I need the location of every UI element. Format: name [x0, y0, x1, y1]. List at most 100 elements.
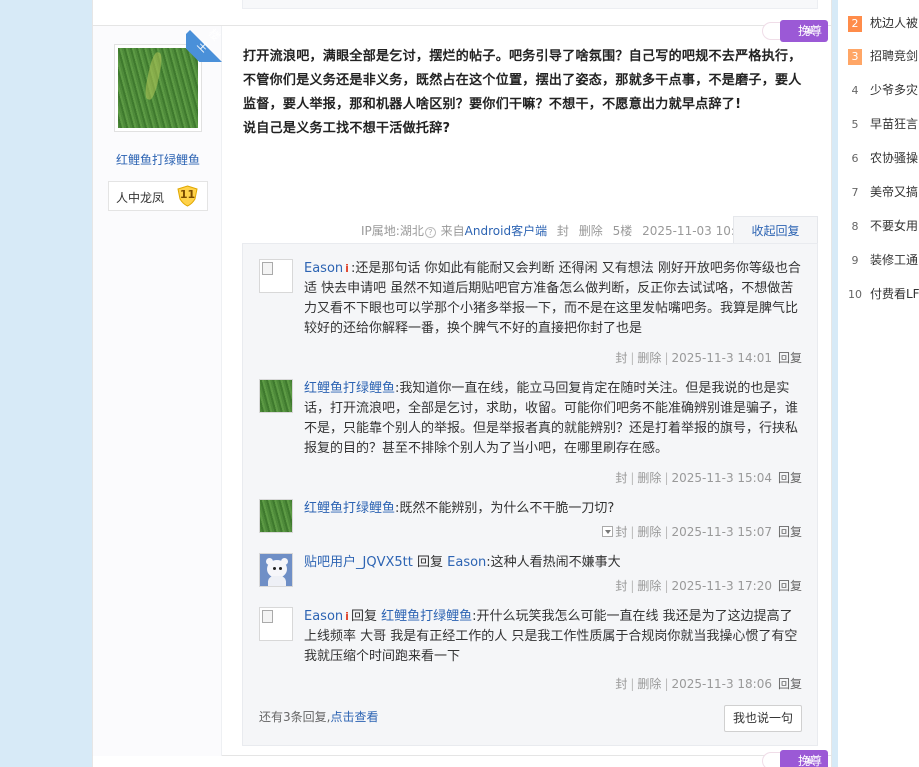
reply-username[interactable]: 贴吧用户_JQVX5tt — [304, 555, 413, 570]
reply-text: :这种人看热闹不嫌事大 — [486, 555, 621, 570]
reply-actions: 封 | 删除 | 2025-11-3 18:06 回复 — [615, 677, 802, 691]
reply-actions: 封 | 删除 | 2025-11-3 15:04 回复 — [615, 471, 802, 485]
hot-topic-item[interactable]: 5 早苗狂言 — [848, 115, 919, 133]
rank-number: 5 — [851, 118, 859, 131]
vip-icon: i — [345, 610, 349, 623]
dropdown-icon[interactable] — [602, 526, 614, 537]
hot-topic-item[interactable]: 2 枕边人被 — [848, 14, 919, 32]
reply-time: 2025-11-3 17:20 — [671, 579, 772, 593]
reply-link[interactable]: 回复 — [778, 579, 802, 593]
seal-link[interactable]: 封 — [615, 351, 627, 365]
level-badge[interactable]: 人中龙凤 11 — [108, 181, 208, 211]
hot-topic-item[interactable]: 10 付费看LF — [848, 285, 919, 303]
reply-link[interactable]: 回复 — [778, 351, 802, 365]
reply-actions: 封 | 删除 | 2025-11-3 17:20 回复 — [615, 579, 802, 593]
bear-avatar-image — [260, 554, 292, 586]
rank-number: 8 — [851, 220, 859, 233]
hot-topic-title: 招聘竞剑 — [870, 49, 919, 63]
avatar[interactable] — [259, 607, 293, 641]
reply-username[interactable]: 红鲤鱼打绿鲤鱼 — [304, 501, 395, 516]
reply-time: 2025-11-3 15:07 — [671, 525, 772, 539]
avatar[interactable] — [259, 553, 293, 587]
thumb-icon: ♛ — [804, 24, 815, 37]
hot-topic-item[interactable]: 8 不要女用 — [848, 217, 919, 235]
reply-username[interactable]: Eason — [304, 261, 343, 276]
post-content: 打开流浪吧，满眼全部是乞讨，摆烂的帖子。吧务引导了啥氛围？自己写的吧规不去严格执… — [243, 45, 808, 141]
rank-number: 3 — [848, 49, 862, 65]
reply-link[interactable]: 回复 — [778, 677, 802, 691]
louzhu-ribbon: 楼主 — [186, 25, 223, 62]
delete-link[interactable]: 删除 — [637, 351, 661, 365]
author-name-link[interactable]: 红鲤鱼打绿鲤鱼 — [108, 151, 208, 168]
list-item: 贴吧用户_JQVX5tt 回复 Eason:这种人看热闹不嫌事大 — [304, 553, 804, 573]
hot-topic-title: 农协骚操 — [870, 151, 919, 165]
rank-number: 7 — [851, 186, 859, 199]
reply-text: :开什么玩笑我怎么可能一直在线 我还是为了这边提高了上线频率 大哥 我是有正经工… — [304, 609, 798, 664]
reply-time: 2025-11-3 15:04 — [671, 471, 772, 485]
seal-link[interactable]: 封 — [615, 525, 627, 539]
level-title: 人中龙凤 — [116, 191, 165, 205]
reply-to-username[interactable]: Eason — [447, 555, 486, 570]
list-item: 红鲤鱼打绿鲤鱼:我知道你一直在线，能立马回复肯定在随时关注。但是我说的也是实话，… — [304, 379, 804, 459]
reply-username[interactable]: 红鲤鱼打绿鲤鱼 — [304, 381, 395, 396]
collapse-replies-button[interactable]: 收起回复 — [733, 216, 818, 244]
hot-topic-title: 早苗狂言 — [870, 117, 919, 131]
zuan-badge[interactable]: ♛ 挽尊 — [762, 20, 828, 42]
reply-time: 2025-11-3 18:06 — [671, 677, 772, 691]
avatar[interactable] — [259, 259, 293, 293]
hot-topic-item[interactable]: 9 装修工通 — [848, 251, 919, 269]
avatar[interactable] — [259, 499, 293, 533]
post-paragraph: 打开流浪吧，满眼全部是乞讨，摆烂的帖子。吧务引导了啥氛围？自己写的吧规不去严格执… — [243, 49, 802, 112]
avatar[interactable] — [259, 379, 293, 413]
level-number: 11 — [179, 188, 196, 201]
ip-location: IP属地:湖北 — [361, 224, 424, 238]
hot-topic-title: 装修工通 — [870, 253, 919, 267]
rank-number: 2 — [848, 16, 862, 32]
hot-topic-item[interactable]: 7 美帝又搞 — [848, 183, 919, 201]
seal-link[interactable]: 封 — [615, 579, 627, 593]
help-icon[interactable]: ? — [424, 227, 436, 238]
vip-icon: i — [345, 262, 349, 275]
reply-link[interactable]: 回复 — [778, 471, 802, 485]
reply-to-username[interactable]: 红鲤鱼打绿鲤鱼 — [381, 609, 472, 624]
list-item: 红鲤鱼打绿鲤鱼:既然不能辨别，为什么不干脆一刀切? — [304, 499, 804, 519]
say-something-button[interactable]: 我也说一句 — [724, 705, 802, 732]
delete-link[interactable]: 删除 — [637, 525, 661, 539]
author-sidebar — [93, 26, 222, 756]
reply-text: :还是那句话 你如此有能耐又会判断 还得闲 又有想法 刚好开放吧务你等级也合适 … — [304, 261, 801, 336]
reply-to-label: 回复 — [350, 609, 377, 624]
rank-number: 4 — [851, 84, 859, 97]
reply-text: :既然不能辨别，为什么不干脆一刀切? — [395, 501, 615, 516]
rank-number: 10 — [848, 288, 862, 301]
floor-number: 5楼 — [612, 224, 633, 238]
avatar-image — [260, 500, 292, 532]
rank-number: 6 — [851, 152, 859, 165]
hot-topic-title: 枕边人被 — [870, 16, 919, 30]
delete-link[interactable]: 删除 — [637, 471, 661, 485]
view-more-link[interactable]: 点击查看 — [330, 710, 378, 724]
reply-link[interactable]: 回复 — [778, 525, 802, 539]
zuan-badge[interactable]: ♛ 挽尊 — [762, 750, 828, 767]
list-item: Eason i:还是那句话 你如此有能耐又会判断 还得闲 又有想法 刚好开放吧务你… — [304, 259, 804, 339]
rank-number: 9 — [851, 254, 859, 267]
reply-username[interactable]: Eason — [304, 609, 343, 624]
more-replies: 还有3条回复,点击查看 — [259, 710, 379, 724]
delete-link[interactable]: 删除 — [637, 579, 661, 593]
client-link[interactable]: Android客户端 — [465, 224, 547, 238]
seal-link[interactable]: 封 — [615, 677, 627, 691]
reply-time: 2025-11-3 14:01 — [671, 351, 772, 365]
delete-link[interactable]: 删除 — [579, 224, 603, 238]
thumb-icon: ♛ — [804, 754, 815, 767]
seal-link[interactable]: 封 — [557, 224, 569, 238]
seal-link[interactable]: 封 — [615, 471, 627, 485]
reply-actions: 封 | 删除 | 2025-11-3 14:01 回复 — [615, 351, 802, 365]
delete-link[interactable]: 删除 — [637, 677, 661, 691]
hot-topic-item[interactable]: 3 招聘竞剑 — [848, 47, 919, 65]
list-item: Eason i 回复 红鲤鱼打绿鲤鱼:开什么玩笑我怎么可能一直在线 我还是为了这边提… — [304, 607, 804, 667]
hot-topic-item[interactable]: 4 少爷多灾 — [848, 81, 919, 99]
previous-reply-box-edge — [242, 0, 818, 9]
reply-actions: 封 | 删除 | 2025-11-3 15:07 回复 — [602, 523, 802, 540]
hot-topic-title: 美帝又搞 — [870, 185, 919, 199]
hot-topic-item[interactable]: 6 农协骚操 — [848, 149, 919, 167]
reply-to-label: 回复 — [416, 555, 443, 570]
